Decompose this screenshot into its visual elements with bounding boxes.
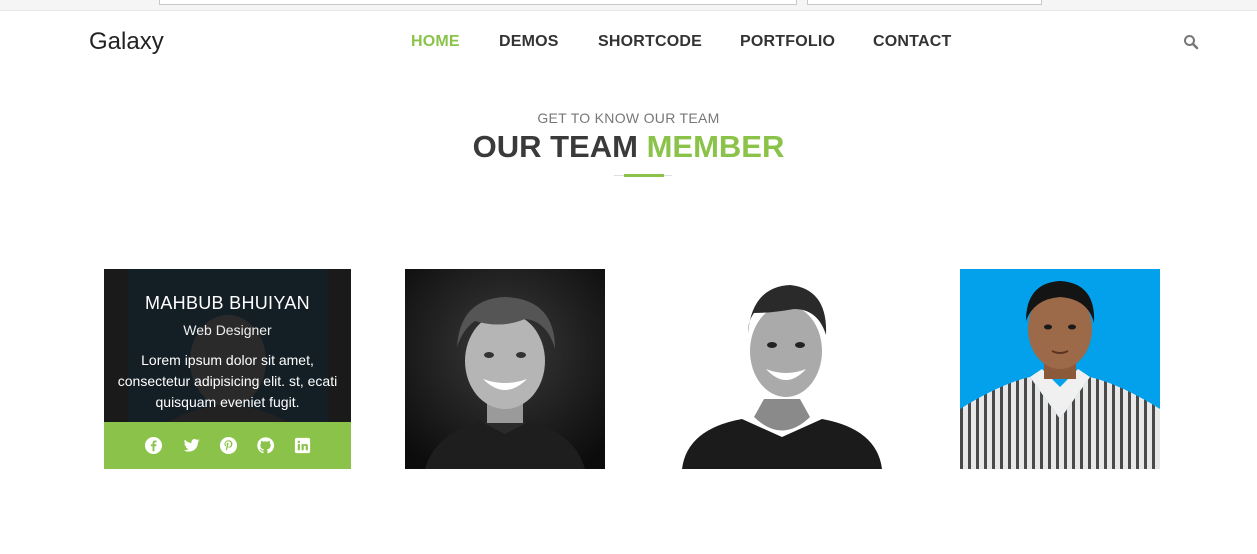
title-divider [614,174,672,177]
member-photo-2 [405,269,605,469]
github-icon[interactable] [256,436,275,455]
divider-accent [624,174,664,177]
member-role: Web Designer [183,322,272,338]
search-icon[interactable] [1183,34,1199,50]
nav-item-contact[interactable]: CONTACT [873,33,951,51]
section-header: GET TO KNOW OUR TEAM OUR TEAM MEMBER [0,110,1257,165]
member-name: MAHBUB BHUIYAN [145,293,310,313]
team-card-3[interactable] [682,269,882,469]
twitter-icon[interactable] [182,436,201,455]
section-title-main: OUR TEAM [472,129,638,164]
section-title-highlight: MEMBER [646,129,785,164]
address-bar-fragment [159,0,797,5]
nav-item-portfolio[interactable]: PORTFOLIO [740,33,835,51]
section-title: OUR TEAM MEMBER [0,129,1257,165]
search-bar-fragment [807,0,1042,5]
nav-item-demos[interactable]: DEMOS [499,33,559,51]
browser-top-strip [0,0,1257,11]
linkedin-icon[interactable] [293,436,312,455]
team-card-featured[interactable]: MAHBUB BHUIYAN Web Designer Lorem ipsum … [104,269,351,469]
member-overlay: MAHBUB BHUIYAN Web Designer Lorem ipsum … [104,269,351,422]
social-links-bar [104,422,351,469]
pinterest-icon[interactable] [219,436,238,455]
team-card-4[interactable] [960,269,1160,469]
section-subtitle: GET TO KNOW OUR TEAM [537,110,720,126]
member-photo-3 [682,269,882,469]
member-description: Lorem ipsum dolor sit amet, consectetur … [117,352,338,410]
team-card-2[interactable] [405,269,605,469]
facebook-icon[interactable] [144,436,163,455]
member-photo-4 [960,269,1160,469]
nav-item-shortcode[interactable]: SHORTCODE [598,33,702,51]
main-nav: HOME DEMOS SHORTCODE PORTFOLIO CONTACT [0,33,1257,53]
nav-item-home[interactable]: HOME [411,33,460,51]
navbar: Galaxy HOME DEMOS SHORTCODE PORTFOLIO CO… [0,11,1257,73]
